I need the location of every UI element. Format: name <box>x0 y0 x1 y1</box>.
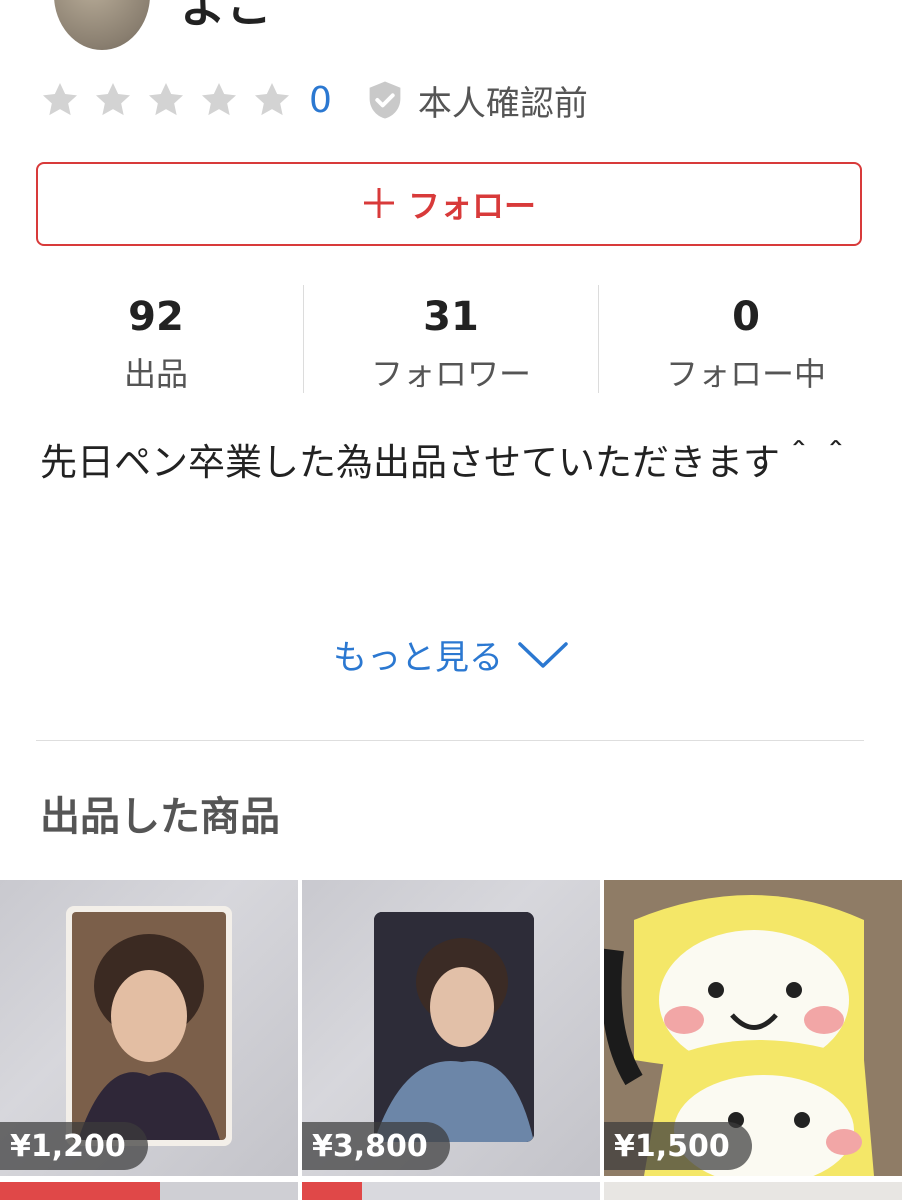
star-icon <box>146 80 186 120</box>
next-row-item-preview[interactable] <box>604 1182 902 1200</box>
item-photo <box>374 912 534 1142</box>
show-more-link[interactable]: もっと見る <box>0 630 902 679</box>
item-price: ¥3,800 <box>302 1122 450 1170</box>
follow-button[interactable]: フォロー <box>36 162 862 246</box>
stat-value: 92 <box>128 294 184 340</box>
item-photo <box>66 906 232 1146</box>
plus-icon <box>362 181 396 227</box>
star-icon <box>93 80 133 120</box>
item-tile[interactable]: ¥1,500 <box>604 880 902 1176</box>
username: よこ <box>180 0 272 33</box>
stat-label: フォロー中 <box>665 355 826 393</box>
star-icon <box>40 80 80 120</box>
profile-stats: 92 出品 31 フォロワー 0 フォロー中 <box>0 285 902 395</box>
stat-followers[interactable]: 31 フォロワー <box>303 285 599 395</box>
item-tile[interactable]: ¥3,800 <box>302 880 600 1176</box>
next-row-item-preview[interactable] <box>302 1182 600 1200</box>
stat-following[interactable]: 0 フォロー中 <box>598 285 894 395</box>
stat-value: 0 <box>732 294 760 340</box>
next-row-item-preview[interactable] <box>0 1182 298 1200</box>
stat-value: 31 <box>423 294 479 340</box>
stat-label: 出品 <box>123 355 188 393</box>
rating-row[interactable]: 0 本人確認前 <box>40 76 588 124</box>
star-icon <box>252 80 292 120</box>
shield-check-icon <box>366 80 404 120</box>
verification-status: 本人確認前 <box>417 83 588 124</box>
item-price: ¥1,500 <box>604 1122 752 1170</box>
item-tile[interactable]: ¥1,200 <box>0 880 298 1176</box>
profile-bio: 先日ペン卒業した為出品させていただきます＾＾ <box>40 441 854 484</box>
section-divider <box>36 740 864 741</box>
chevron-down-icon <box>518 641 568 668</box>
stat-label: フォロワー <box>370 355 531 393</box>
item-grid: ¥1,200 ¥3,800 ¥1,500 <box>0 880 902 1176</box>
listed-items-heading: 出品した商品 <box>40 794 280 840</box>
show-more-label: もっと見る <box>333 638 503 678</box>
follow-button-label: フォロー <box>407 187 536 225</box>
user-avatar[interactable] <box>54 0 150 50</box>
rating-count[interactable]: 0 <box>309 80 332 121</box>
item-price: ¥1,200 <box>0 1122 148 1170</box>
star-icon <box>199 80 239 120</box>
stat-listings[interactable]: 92 出品 <box>8 285 304 395</box>
